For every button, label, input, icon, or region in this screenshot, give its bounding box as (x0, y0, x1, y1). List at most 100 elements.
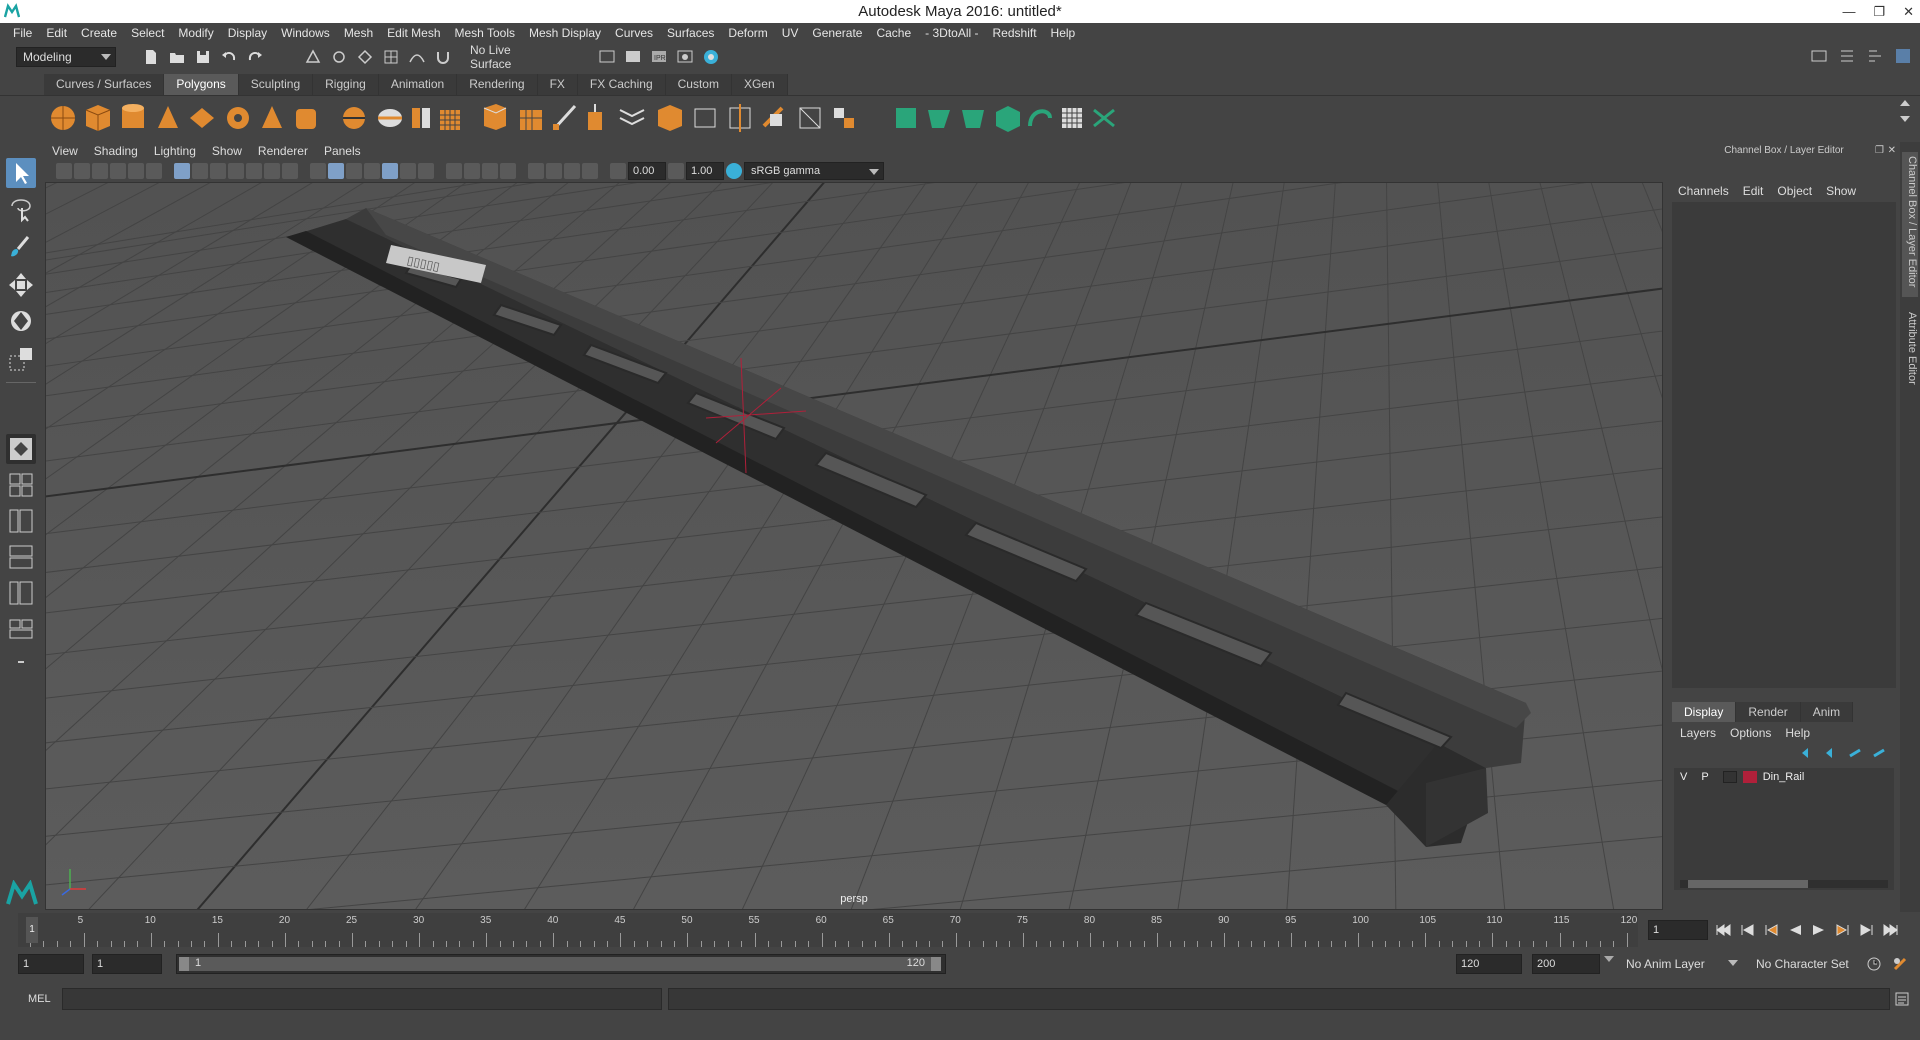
unfold-uv-icon[interactable] (1093, 108, 1115, 128)
close-panel-icon[interactable]: ✕ (1888, 142, 1896, 160)
spherical-map-icon[interactable] (996, 106, 1020, 132)
menu-mesh-display[interactable]: Mesh Display (522, 26, 608, 40)
color-management-icon[interactable] (726, 163, 742, 179)
planar-map-icon[interactable] (928, 110, 950, 128)
current-frame-field[interactable]: 1 (1648, 920, 1708, 940)
textured-icon[interactable] (364, 163, 380, 179)
sphere-primitive-icon[interactable] (51, 106, 75, 130)
step-back-frame-icon[interactable] (1762, 923, 1780, 937)
camera-icon[interactable] (56, 163, 72, 179)
extract-icon[interactable] (412, 108, 430, 128)
depth-of-field-icon[interactable] (482, 163, 498, 179)
extrude-icon[interactable] (588, 104, 602, 130)
persp-uv-layout-button[interactable] (6, 614, 36, 644)
move-layer-down-icon[interactable] (1824, 746, 1840, 760)
viewport-menu-renderer[interactable]: Renderer (250, 144, 316, 158)
modeling-toolkit-icon[interactable] (1810, 47, 1828, 65)
two-d-pan-icon[interactable] (128, 163, 144, 179)
menu-help[interactable]: Help (1044, 26, 1083, 40)
menu-edit-mesh[interactable]: Edit Mesh (380, 26, 447, 40)
offset-edge-loop-icon[interactable] (762, 106, 784, 128)
safe-action-icon[interactable] (264, 163, 280, 179)
four-view-layout-button[interactable] (6, 470, 36, 500)
layer-color-swatch[interactable] (1742, 771, 1757, 783)
grease-pencil-icon[interactable] (146, 163, 162, 179)
layer-tab-render[interactable]: Render (1736, 702, 1801, 722)
backface-culling-icon[interactable] (582, 163, 598, 179)
anim-layer-dropdown[interactable]: No Anim Layer (1620, 954, 1742, 974)
shelf-tab-fx-caching[interactable]: FX Caching (577, 74, 666, 95)
menu-curves[interactable]: Curves (608, 26, 660, 40)
side-tab-attribute-editor[interactable]: Attribute Editor (1902, 308, 1918, 398)
shelf-tab-animation[interactable]: Animation (378, 74, 458, 95)
exposure-field[interactable]: 0.00 (628, 162, 666, 180)
append-polygon-icon[interactable] (694, 108, 716, 128)
render-view-icon[interactable] (598, 48, 616, 66)
safe-title-icon[interactable] (282, 163, 298, 179)
menu-edit[interactable]: Edit (39, 26, 74, 40)
channel-menu-edit[interactable]: Edit (1743, 184, 1764, 198)
gamma-field[interactable]: 1.00 (686, 162, 724, 180)
pipe-primitive-icon[interactable] (296, 109, 316, 129)
hypershade-icon[interactable] (702, 48, 720, 66)
menu-set-dropdown[interactable]: Modeling (16, 47, 116, 67)
insert-edge-loop-icon[interactable] (729, 104, 751, 132)
start-time-field[interactable]: 1 (18, 954, 84, 974)
xray-joints-icon[interactable] (546, 163, 562, 179)
playback-end-field[interactable]: 120 (1456, 954, 1522, 974)
menu-redshift[interactable]: Redshift (986, 26, 1044, 40)
layer-name[interactable]: Din_Rail (1763, 771, 1805, 783)
gamma-icon[interactable] (668, 163, 684, 179)
menu-display[interactable]: Display (221, 26, 274, 40)
float-icon[interactable]: ❐ (1875, 142, 1884, 160)
chevron-down-icon[interactable] (1604, 956, 1614, 962)
move-layer-up-icon[interactable] (1800, 746, 1816, 760)
menu-windows[interactable]: Windows (274, 26, 337, 40)
layout-options-button[interactable] (6, 652, 36, 672)
persp-outliner-layout-button[interactable] (6, 506, 36, 536)
menu-file[interactable]: File (6, 26, 39, 40)
target-weld-icon[interactable] (834, 108, 854, 128)
smooth-icon[interactable] (440, 110, 460, 130)
xray-icon[interactable] (500, 163, 516, 179)
shelf-tab-xgen[interactable]: XGen (731, 74, 788, 95)
range-end-grip[interactable] (931, 957, 941, 971)
bookmark-icon[interactable] (92, 163, 108, 179)
play-forwards-icon[interactable] (1810, 923, 1828, 937)
view-transform-dropdown[interactable]: sRGB gamma (744, 162, 884, 180)
film-gate-icon[interactable] (192, 163, 208, 179)
wireframe-icon[interactable] (310, 163, 326, 179)
prism-primitive-icon[interactable] (262, 106, 282, 128)
new-layer-icon[interactable] (1848, 746, 1864, 760)
tool-settings-icon[interactable] (1866, 47, 1884, 65)
xray-active-components-icon[interactable] (564, 163, 580, 179)
scrollbar-thumb[interactable] (1688, 880, 1808, 888)
visibility-toggle[interactable]: V (1680, 771, 1687, 783)
magnet-icon[interactable] (434, 48, 452, 66)
layer-menu-help[interactable]: Help (1785, 726, 1810, 740)
persp-graph-layout-button[interactable] (6, 542, 36, 572)
menu-modify[interactable]: Modify (171, 26, 220, 40)
uv-editor-icon[interactable] (1062, 108, 1082, 128)
render-settings-icon[interactable] (676, 48, 694, 66)
playback-toggle[interactable]: P (1701, 771, 1708, 783)
go-to-end-icon[interactable] (1882, 923, 1900, 937)
shadows-icon[interactable] (400, 163, 416, 179)
perspective-viewport[interactable]: ▯▯▯▯▯ persp (45, 182, 1663, 910)
auto-key-icon[interactable] (1866, 956, 1882, 972)
move-tool-button[interactable] (6, 270, 36, 300)
end-time-field[interactable]: 200 (1532, 954, 1600, 974)
combine-icon[interactable] (343, 107, 365, 129)
command-input[interactable] (62, 988, 662, 1010)
layer-menu-options[interactable]: Options (1730, 726, 1771, 740)
character-set-dropdown[interactable]: No Character Set (1750, 954, 1868, 974)
channel-menu-show[interactable]: Show (1826, 184, 1856, 198)
separate-icon[interactable] (378, 109, 402, 127)
merge-icon[interactable] (619, 109, 645, 126)
shelf-tab-rendering[interactable]: Rendering (457, 74, 538, 95)
paint-select-tool-button[interactable] (6, 232, 36, 262)
select-object-icon[interactable] (330, 48, 348, 66)
redo-icon[interactable] (246, 48, 264, 66)
range-slider[interactable]: 1 120 (176, 954, 946, 974)
channel-box-icon[interactable] (1894, 47, 1912, 65)
